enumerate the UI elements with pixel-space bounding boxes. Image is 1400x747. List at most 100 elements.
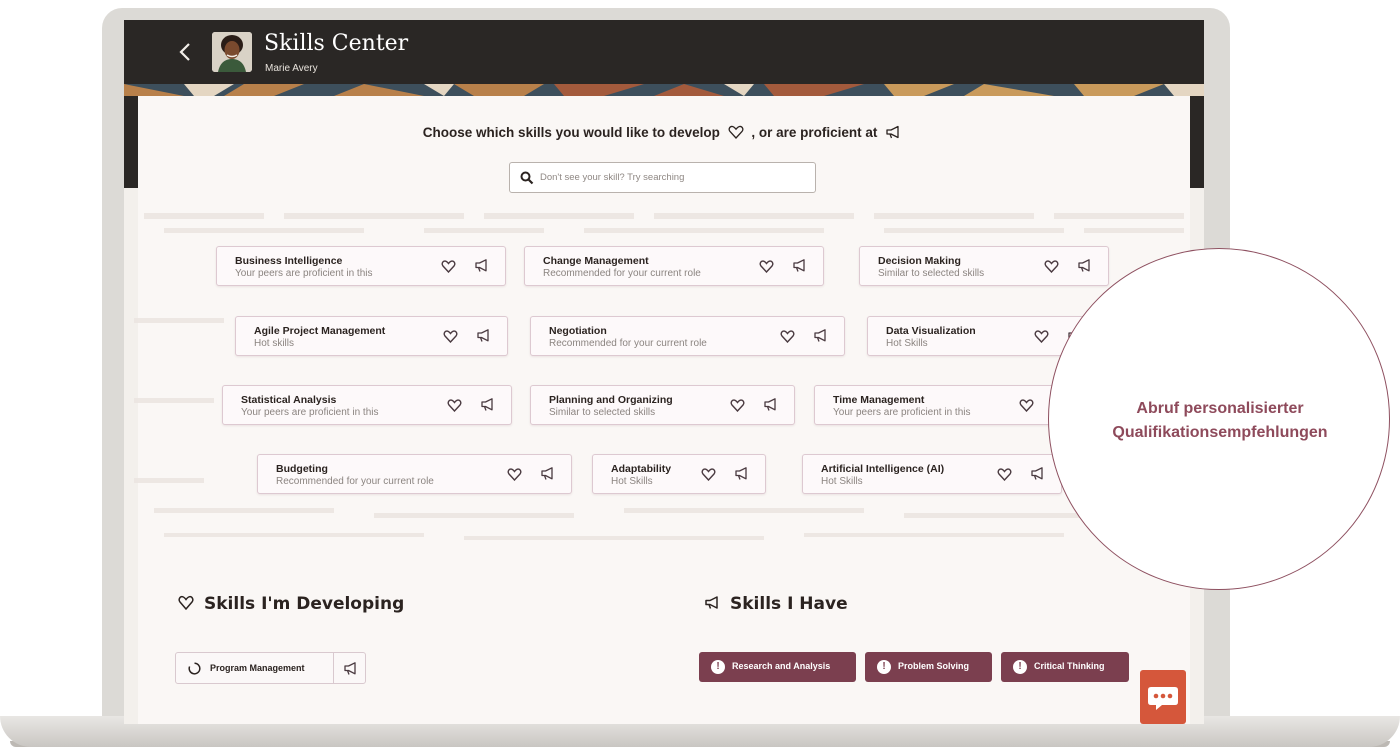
have-skill-label: Research and Analysis [732,661,831,671]
banner-side-right [1190,96,1204,188]
megaphone-icon[interactable] [1077,258,1092,273]
back-button[interactable] [174,34,198,70]
skill-title: Statistical Analysis [241,394,337,406]
prompt-text: Choose which skills you would like to de… [124,125,1204,140]
skill-search [509,162,816,193]
heart-icon[interactable] [1044,259,1059,273]
skill-card[interactable]: Change Management Recommended for your cu… [524,246,824,286]
megaphone-icon[interactable] [474,258,489,273]
skill-card[interactable]: Adaptability Hot Skills [592,454,766,494]
banner-decoration [124,84,1204,96]
chevron-left-icon [179,43,190,61]
heart-icon [728,125,744,139]
have-heading-text: Skills I Have [730,594,848,614]
skill-title: Budgeting [276,463,328,475]
megaphone-icon[interactable] [763,397,778,412]
chip-divider [333,653,334,683]
search-icon [520,171,534,185]
skill-card[interactable]: Decision Making Similar to selected skill… [859,246,1109,286]
callout-line-1: Abruf personalisierter [1136,400,1304,417]
skill-title: Agile Project Management [254,325,386,337]
skill-reason: Recommended for your current role [549,338,707,349]
heart-icon[interactable] [447,398,462,412]
heart-icon[interactable] [1034,329,1049,343]
skill-card[interactable]: Time Management Your peers are proficient… [814,385,1084,425]
have-skill-label: Critical Thinking [1034,661,1105,671]
prompt-text-proficient: , or are proficient at [751,125,878,140]
skill-reason: Your peers are proficient in this [241,407,379,418]
megaphone-icon [886,125,899,139]
have-skill-chip[interactable]: Problem Solving [865,652,992,682]
skill-reason: Similar to selected skills [878,268,985,279]
chat-bubble-icon [1148,687,1178,710]
heart-icon[interactable] [997,467,1012,481]
developing-heading: Skills I'm Developing [178,594,404,614]
megaphone-icon[interactable] [480,397,495,412]
avatar [212,32,252,72]
have-heading: Skills I Have [704,594,848,614]
skill-title: Change Management [543,255,649,267]
info-icon [877,660,891,674]
megaphone-icon[interactable] [540,466,555,481]
have-skill-label: Problem Solving [898,661,970,671]
info-icon [1013,660,1027,674]
skill-card[interactable]: Statistical Analysis Your peers are profi… [222,385,512,425]
search-input[interactable] [540,163,810,192]
megaphone-icon[interactable] [792,258,807,273]
megaphone-icon[interactable] [476,328,491,343]
skill-title: Business Intelligence [235,255,343,267]
app-screen: Skills Center Marie Avery Choose which s… [124,20,1204,724]
skill-card[interactable]: Budgeting Recommended for your current ro… [257,454,572,494]
callout-line-2: Qualifikationsempfehlungen [1112,424,1328,441]
skill-card[interactable]: Negotiation Recommended for your current … [530,316,845,356]
heart-icon[interactable] [441,259,456,273]
skill-title: Artificial Intelligence (AI) [821,463,945,475]
heart-icon [178,595,194,610]
info-icon [711,660,725,674]
heart-icon[interactable] [507,467,522,481]
skill-reason: Hot Skills [886,338,928,349]
app-header: Skills Center Marie Avery [124,20,1204,84]
megaphone-icon[interactable] [343,661,358,676]
skill-reason: Hot Skills [611,476,653,487]
developing-heading-text: Skills I'm Developing [204,594,405,614]
skill-title: Decision Making [878,255,961,267]
skill-reason: Your peers are proficient in this [235,268,373,279]
developing-skill-chip[interactable]: Program Management [175,652,366,684]
megaphone-icon[interactable] [734,466,749,481]
heart-icon[interactable] [701,467,716,481]
skill-card[interactable]: Business Intelligence Your peers are prof… [216,246,506,286]
have-skill-chip[interactable]: Critical Thinking [1001,652,1129,682]
skill-reason: Hot skills [254,338,295,349]
skill-reason: Hot Skills [821,476,863,487]
callout-circle: Abruf personalisierter Qualifikationsemp… [1048,248,1390,590]
megaphone-icon [705,596,718,609]
heart-icon[interactable] [759,259,774,273]
developing-skill-label: Program Management [210,663,305,673]
skill-reason: Similar to selected skills [549,407,656,418]
heart-icon[interactable] [1019,398,1034,412]
progress-circle-icon [188,662,201,675]
skill-title: Negotiation [549,325,607,337]
prompt-text-develop: Choose which skills you would like to de… [422,125,720,140]
banner-side-left [124,96,138,188]
heart-icon[interactable] [730,398,745,412]
callout-text: Abruf personalisierter Qualifikationsemp… [1049,397,1391,445]
skill-card[interactable]: Agile Project Management Hot skills [235,316,508,356]
skill-title: Time Management [833,394,925,406]
heart-icon[interactable] [443,329,458,343]
skill-title: Data Visualization [886,325,976,337]
user-name: Marie Avery [265,63,318,74]
app-title: Skills Center [264,31,409,56]
heart-icon[interactable] [780,329,795,343]
skill-reason: Recommended for your current role [276,476,434,487]
skill-card[interactable]: Planning and Organizing Similar to select… [530,385,795,425]
megaphone-icon[interactable] [1030,466,1045,481]
skill-title: Adaptability [611,463,672,475]
skill-reason: Your peers are proficient in this [833,407,971,418]
have-skill-chip[interactable]: Research and Analysis [699,652,856,682]
skill-card[interactable]: Artificial Intelligence (AI) Hot Skills [802,454,1062,494]
skill-title: Planning and Organizing [549,394,673,406]
chat-button[interactable] [1140,670,1186,724]
megaphone-icon[interactable] [813,328,828,343]
